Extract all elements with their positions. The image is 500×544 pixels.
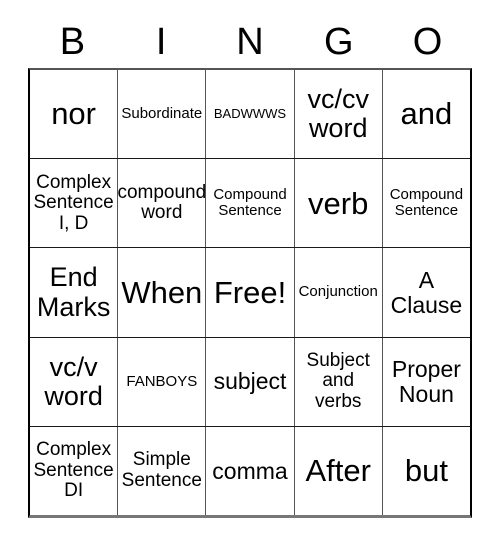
bingo-cell[interactable]: subject <box>206 337 295 426</box>
bingo-header-letter-n: N <box>236 21 264 63</box>
bingo-header-letter-o: O <box>412 21 443 63</box>
bingo-cell[interactable]: Subordinate <box>118 70 207 159</box>
bingo-cell[interactable]: A Clause <box>383 248 470 336</box>
bingo-cell[interactable]: End Marks <box>30 248 119 337</box>
bingo-cell[interactable]: Subject and verbs <box>295 337 383 426</box>
bingo-cell[interactable]: When <box>118 248 207 337</box>
bingo-cell[interactable]: vc/cv word <box>295 70 383 159</box>
bingo-header-letter-b: B <box>59 21 86 63</box>
bingo-cell[interactable]: comma <box>206 426 295 516</box>
bingo-cell[interactable]: BADWWWS <box>206 70 295 159</box>
bingo-cell[interactable]: Compound Sentence <box>206 159 295 248</box>
bingo-row: nor Subordinate BADWWWS vc/cv word and <box>30 70 470 160</box>
bingo-cell[interactable]: Complex Sentence I, D <box>30 159 119 248</box>
bingo-cell[interactable]: verb <box>295 159 383 248</box>
bingo-free-space[interactable]: Free! <box>206 248 295 337</box>
bingo-cell[interactable]: vc/v word <box>30 337 119 426</box>
bingo-cell[interactable]: Proper Noun <box>383 338 470 426</box>
bingo-row: End Marks When Free! Conjunction A Claus… <box>30 248 470 338</box>
bingo-cell[interactable]: nor <box>30 70 119 159</box>
bingo-cell[interactable]: but <box>383 427 470 515</box>
bingo-row: vc/v word FANBOYS subject Subject and ve… <box>30 337 470 427</box>
bingo-header-letter-i: I <box>155 21 167 63</box>
bingo-cell[interactable]: and <box>383 70 470 158</box>
bingo-cell[interactable]: Compound Sentence <box>383 159 470 247</box>
bingo-cell[interactable]: After <box>295 426 383 516</box>
bingo-cell[interactable]: Conjunction <box>295 248 383 337</box>
bingo-cell[interactable]: compound word <box>118 159 207 248</box>
bingo-grid: nor Subordinate BADWWWS vc/cv word and C… <box>28 68 472 518</box>
bingo-row: Complex Sentence DI Simple Sentence comm… <box>30 426 470 516</box>
bingo-header-letter-g: G <box>324 21 354 63</box>
bingo-card: B I N G O nor Subordinate BADWWWS vc/cv … <box>0 0 500 544</box>
bingo-cell[interactable]: FANBOYS <box>118 337 207 426</box>
bingo-row: Complex Sentence I, D compound word Comp… <box>30 159 470 249</box>
bingo-cell[interactable]: Complex Sentence DI <box>30 426 119 516</box>
bingo-cell[interactable]: Simple Sentence <box>118 426 207 516</box>
bingo-header-row: B I N G O <box>28 16 472 68</box>
